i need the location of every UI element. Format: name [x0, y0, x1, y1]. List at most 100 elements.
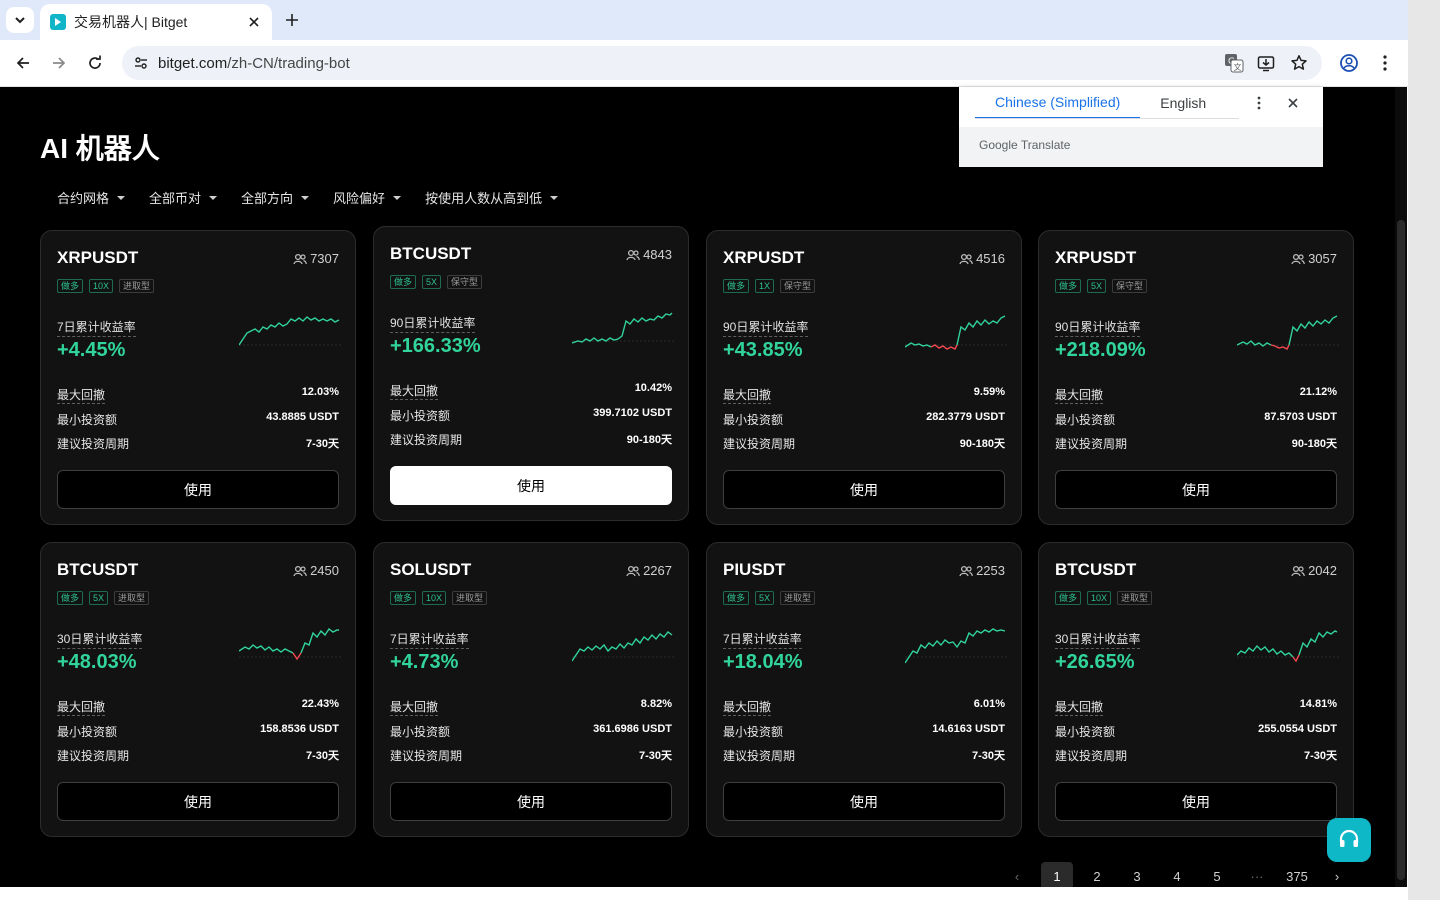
filter-risk-preference[interactable]: 风险偏好 [333, 188, 402, 207]
page-5-button[interactable]: 5 [1201, 862, 1233, 887]
max-drawdown-row: 最大回撤 9.59% [723, 386, 1005, 404]
strategy-tag: 5X [1087, 279, 1107, 293]
bot-card[interactable]: XRPUSDT 3057 做多 5X 保守型 90日累计收益率 +218.09% 最大回撤 21… [1038, 230, 1354, 525]
translate-page-icon[interactable]: G文 [1222, 51, 1246, 75]
max-drawdown-value: 12.03% [301, 386, 339, 398]
max-drawdown-value: 8.82% [640, 698, 672, 710]
investment-period-label: 建议投资周期 [57, 749, 130, 763]
caret-down-icon [301, 195, 310, 200]
max-drawdown-row: 最大回撤 10.42% [390, 382, 672, 400]
use-button[interactable]: 使用 [1055, 470, 1337, 509]
strategy-tag: 进取型 [1117, 591, 1153, 605]
address-bar[interactable]: bitget.com/zh-CN/trading-bot G文 [122, 46, 1322, 80]
bot-card[interactable]: XRPUSDT 7307 做多 10X 进取型 7日累计收益率 +4.45% 最大回撤 12.0… [40, 230, 356, 525]
card-pair-name: PIUSDT [723, 560, 786, 579]
investment-period-label: 建议投资周期 [57, 437, 130, 451]
caret-down-icon [209, 195, 218, 200]
browser-tab[interactable]: 交易机器人| Bitget [40, 4, 272, 40]
max-drawdown-label: 最大回撤 [390, 700, 439, 716]
strategy-tag: 进取型 [119, 279, 155, 293]
use-button[interactable]: 使用 [57, 470, 339, 509]
strategy-tag: 做多 [390, 275, 417, 289]
use-button[interactable]: 使用 [390, 466, 672, 505]
page-scrollbar[interactable] [1395, 87, 1407, 887]
customer-support-button[interactable] [1327, 818, 1371, 862]
roi-sparkline [572, 312, 674, 344]
investment-period-label: 建议投资周期 [390, 749, 463, 763]
page-4-button[interactable]: 4 [1161, 862, 1193, 887]
roi-label: 30日累计收益率 [1055, 630, 1141, 649]
card-pair-name: XRPUSDT [1055, 248, 1137, 267]
user-count-value: 2253 [976, 563, 1005, 578]
translate-language-tabs: Chinese (Simplified) English [975, 87, 1226, 119]
new-tab-icon[interactable] [280, 8, 304, 32]
tab-english[interactable]: English [1140, 87, 1226, 119]
min-investment-value: 87.5703 USDT [1264, 411, 1337, 423]
filter-all-directions[interactable]: 全部方向 [241, 188, 310, 207]
use-button[interactable]: 使用 [57, 782, 339, 821]
investment-period-row: 建议投资周期 7-30天 [723, 747, 1005, 764]
sparkline-loss [1270, 344, 1290, 350]
install-app-icon[interactable] [1254, 51, 1278, 75]
tab-search-icon[interactable] [6, 7, 34, 33]
filter-contract-grid[interactable]: 合约网格 [57, 188, 126, 207]
bot-card[interactable]: BTCUSDT 2042 做多 10X 进取型 30日累计收益率 +26.65% 最大回撤 14… [1038, 542, 1354, 837]
bot-card[interactable]: BTCUSDT 4843 做多 5X 保守型 90日累计收益率 +166.33% 最大回撤 10… [373, 226, 689, 521]
investment-period-row: 建议投资周期 7-30天 [390, 747, 672, 764]
users-icon [626, 565, 640, 576]
roi-value: +166.33% [390, 335, 481, 357]
strategy-tags: 做多 10X 进取型 [1055, 591, 1158, 605]
page-3-button[interactable]: 3 [1121, 862, 1153, 887]
translate-close-icon[interactable] [1283, 93, 1303, 113]
page-1-button[interactable]: 1 [1041, 862, 1073, 887]
reload-icon[interactable] [83, 51, 107, 75]
min-investment-value: 158.8536 USDT [260, 723, 339, 735]
use-button[interactable]: 使用 [1055, 782, 1337, 821]
browser-menu-icon[interactable] [1373, 51, 1397, 75]
tab-close-icon[interactable] [246, 14, 262, 30]
page-2-button[interactable]: 2 [1081, 862, 1113, 887]
use-button[interactable]: 使用 [723, 782, 1005, 821]
strategy-tag: 10X [1087, 591, 1112, 605]
min-investment-row: 最小投资额 43.8885 USDT [57, 411, 339, 428]
scrollbar-thumb[interactable] [1397, 220, 1405, 880]
roi-sparkline [239, 316, 341, 346]
use-button[interactable]: 使用 [390, 782, 672, 821]
user-count-value: 2450 [310, 563, 339, 578]
translate-options-icon[interactable] [1249, 93, 1269, 113]
roi-label: 30日累计收益率 [57, 630, 143, 649]
min-investment-label: 最小投资额 [390, 409, 451, 423]
max-drawdown-value: 21.12% [1299, 386, 1337, 398]
profile-icon[interactable] [1337, 51, 1361, 75]
card-pair-name: BTCUSDT [57, 560, 139, 579]
user-count-value: 4516 [976, 251, 1005, 266]
pagination-ellipsis[interactable]: ··· [1241, 862, 1273, 887]
bot-card[interactable]: PIUSDT 2253 做多 5X 进取型 7日累计收益率 +18.04% 最大回撤 6.01%… [706, 542, 1022, 837]
users-icon [293, 253, 307, 264]
filter-sort-by-users[interactable]: 按使用人数从高到低 [425, 188, 559, 207]
tab-chinese-simplified[interactable]: Chinese (Simplified) [975, 87, 1141, 119]
site-info-icon[interactable] [130, 52, 152, 74]
browser-toolbar: bitget.com/zh-CN/trading-bot G文 [0, 40, 1408, 87]
use-button[interactable]: 使用 [723, 470, 1005, 509]
filter-all-pairs[interactable]: 全部币对 [149, 188, 218, 207]
max-drawdown-row: 最大回撤 22.43% [57, 698, 339, 716]
roi-value: +4.45% [57, 339, 126, 361]
next-page-icon[interactable]: › [1321, 862, 1353, 887]
bot-card[interactable]: BTCUSDT 2450 做多 5X 进取型 30日累计收益率 +48.03% 最大回撤 22.… [40, 542, 356, 837]
bookmark-star-icon[interactable] [1287, 51, 1311, 75]
min-investment-row: 最小投资额 158.8536 USDT [57, 723, 339, 740]
back-icon[interactable] [11, 51, 35, 75]
forward-icon[interactable] [47, 51, 71, 75]
prev-page-icon[interactable]: ‹ [1001, 862, 1033, 887]
roi-value: +26.65% [1055, 651, 1135, 673]
roi-value: +218.09% [1055, 339, 1146, 361]
bot-card[interactable]: SOLUSDT 2267 做多 10X 进取型 7日累计收益率 +4.73% 最大回撤 8.82… [373, 542, 689, 837]
bot-card[interactable]: XRPUSDT 4516 做多 1X 保守型 90日累计收益率 +43.85% 最大回撤 9.5… [706, 230, 1022, 525]
strategy-tags: 做多 10X 进取型 [57, 279, 160, 293]
min-investment-label: 最小投资额 [57, 413, 118, 427]
roi-label: 90日累计收益率 [1055, 318, 1141, 337]
strategy-tag: 5X [89, 591, 109, 605]
last-page-button[interactable]: 375 [1281, 862, 1313, 887]
min-investment-row: 最小投资额 255.0554 USDT [1055, 723, 1337, 740]
